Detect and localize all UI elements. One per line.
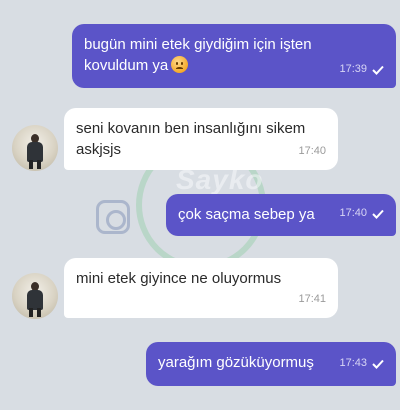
message-meta: 17:41: [298, 289, 326, 310]
double-check-icon: [372, 209, 384, 219]
message-meta: 17:40: [339, 203, 384, 224]
message-time: 17:40: [298, 145, 326, 157]
message-time: 17:41: [298, 293, 326, 305]
message-outgoing[interactable]: çok saçma sebep ya 17:40: [166, 194, 396, 236]
message-incoming[interactable]: seni kovanın ben insanlığını sikem askjs…: [64, 108, 338, 170]
chat-window: Sayko Diyalog bugün mini etek giydiğim i…: [0, 0, 400, 410]
message-time: 17:40: [339, 207, 367, 219]
message-meta: 17:40: [298, 141, 326, 162]
message-text-line: seni kovanın ben insanlığını sikem: [76, 120, 306, 137]
double-check-icon: [372, 65, 384, 75]
message-text-line: askjsjs: [76, 141, 122, 158]
message-meta: 17:39: [339, 59, 384, 80]
message-text-line: bugün mini etek giydiğim için işten: [84, 36, 312, 53]
message-text-line: kovuldum ya: [84, 57, 169, 74]
message-outgoing[interactable]: yarağım gözüküyormuş 17:43: [146, 342, 396, 386]
contact-avatar[interactable]: [12, 125, 58, 171]
message-incoming[interactable]: mini etek giyince ne oluyormus 17:41: [64, 258, 338, 318]
message-time: 17:43: [339, 357, 367, 369]
message-outgoing[interactable]: bugün mini etek giydiğim için işten kovu…: [72, 24, 396, 88]
message-time: 17:39: [339, 63, 367, 75]
double-check-icon: [372, 359, 384, 369]
message-text-line: mini etek giyince ne oluyormus: [76, 270, 282, 287]
sad-face-emoji-icon: [171, 56, 189, 73]
instagram-icon: [96, 200, 130, 234]
contact-avatar[interactable]: [12, 273, 58, 319]
message-meta: 17:43: [339, 353, 384, 374]
